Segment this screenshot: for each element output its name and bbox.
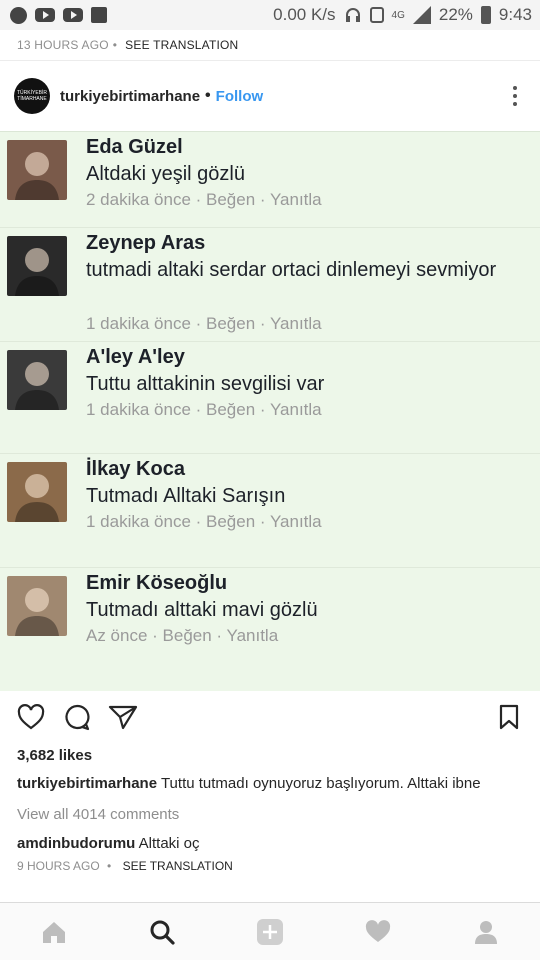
comment-body: Tutmadı Alltaki Sarışın [86,485,286,507]
see-translation-link[interactable]: SEE TRANSLATION [125,38,238,52]
bookmark-icon[interactable] [494,702,524,732]
heart-icon[interactable] [16,702,46,732]
comment-meta: 1 dakika önce · Beğen · Yanıtla [86,400,322,419]
home-icon[interactable] [34,912,74,952]
separator-dot: • [107,859,112,873]
avatar[interactable]: TÜRKİYEBİR TİMARHANE [14,78,50,114]
image-comment: Emir Köseoğlu Tutmadı alttaki mavi gözlü A… [0,568,540,691]
image-comment: İlkay Koca Tutmadı Alltaki Sarışın 1 dakik… [0,454,540,568]
comment-meta: Az önce · Beğen · Yanıtla [86,626,279,645]
youtube-notification-icon-2 [63,8,83,22]
clock: 9:43 [498,5,532,24]
battery-icon [480,6,491,24]
comment-body: Tutmadı alttaki mavi gözlü [86,599,318,621]
action-bar [0,691,540,743]
commenter-photo [7,350,67,410]
top-comment: amdinbudorumu Alttaki oç [0,829,540,855]
image-comment: Zeynep Aras tutmadi altaki serdar ortaci … [0,228,540,342]
previous-post-time: 13 HOURS AGO [17,38,109,52]
search-icon[interactable] [142,912,182,952]
chat-notification-icon [10,6,27,24]
comment-text: Alttaki oç [138,835,200,852]
follow-button[interactable]: Follow [216,88,264,105]
comment-meta: 1 dakika önce · Beğen · Yanıtla [86,314,322,333]
comment-icon[interactable] [62,702,92,732]
youtube-notification-icon [35,8,55,22]
comment-username[interactable]: amdinbudorumu [17,835,135,852]
separator-dot: • [205,87,211,104]
comment-body: tutmadi altaki serdar ortaci dinlemeyi s… [86,259,497,281]
commenter-name: Zeynep Aras [86,232,206,254]
signal-icon [412,6,431,24]
caption-text: Tuttu tutmadı oynuyoruz başlıyorum. Altt… [160,775,481,792]
comment-meta: 1 dakika önce · Beğen · Yanıtla [86,512,322,531]
commenter-name: Emir Köseoğlu [86,572,228,594]
image-notification-icon [91,7,107,23]
post-meta: 9 HOURS AGO • SEE TRANSLATION [0,855,540,873]
comment-meta: 2 dakika önce · Beğen · Yanıtla [86,190,322,209]
see-translation-link[interactable]: SEE TRANSLATION [123,859,233,873]
profile-icon[interactable] [466,912,506,952]
logo-text: TÜRKİYEBİR TİMARHANE [16,90,47,102]
commenter-name: Eda Güzel [86,136,183,158]
commenter-name: İlkay Koca [86,458,185,480]
commenter-photo [7,462,67,522]
comment-body: Tuttu alttakinin sevgilisi var [86,373,325,395]
commenter-photo [7,576,67,636]
activity-heart-icon[interactable] [358,912,398,952]
commenter-photo [7,236,67,296]
caption: turkiyebirtimarhane Tuttu tutmadı oynuyo… [0,769,540,795]
image-comment: A'ley A'ley Tuttu alttakinin sevgilisi va… [0,342,540,454]
more-options-icon[interactable] [512,86,518,106]
status-bar: 0.00 K/s 4G 22% 9:43 [0,0,540,30]
battery-percent: 22% [438,5,473,24]
caption-username[interactable]: turkiyebirtimarhane [17,775,157,792]
share-icon[interactable] [108,702,138,732]
image-comment: Eda Güzel Altdaki yeşil gözlü 2 dakika önc… [0,132,540,228]
post-time: 9 HOURS AGO [17,859,100,873]
commenter-photo [7,140,67,200]
post-username[interactable]: turkiyebirtimarhane [60,88,200,105]
likes-count[interactable]: 3,682 likes [0,743,540,769]
view-all-comments-link[interactable]: View all 4014 comments [0,795,540,829]
add-icon[interactable] [250,912,290,952]
previous-post-meta: 13 HOURS AGO • SEE TRANSLATION [0,30,540,60]
commenter-name: A'ley A'ley [86,346,185,368]
bottom-navigation [0,902,540,960]
post-header: TÜRKİYEBİR TİMARHANE turkiyebirtimarhane… [0,60,540,131]
post-image[interactable]: Eda Güzel Altdaki yeşil gözlü 2 dakika önc… [0,131,540,691]
comment-body: Altdaki yeşil gözlü [86,163,245,185]
separator-dot: • [112,38,118,52]
network-type: 4G [391,9,405,21]
network-speed: 0.00 K/s [273,5,336,24]
headphones-icon [345,8,360,22]
vibrate-icon [369,7,384,23]
